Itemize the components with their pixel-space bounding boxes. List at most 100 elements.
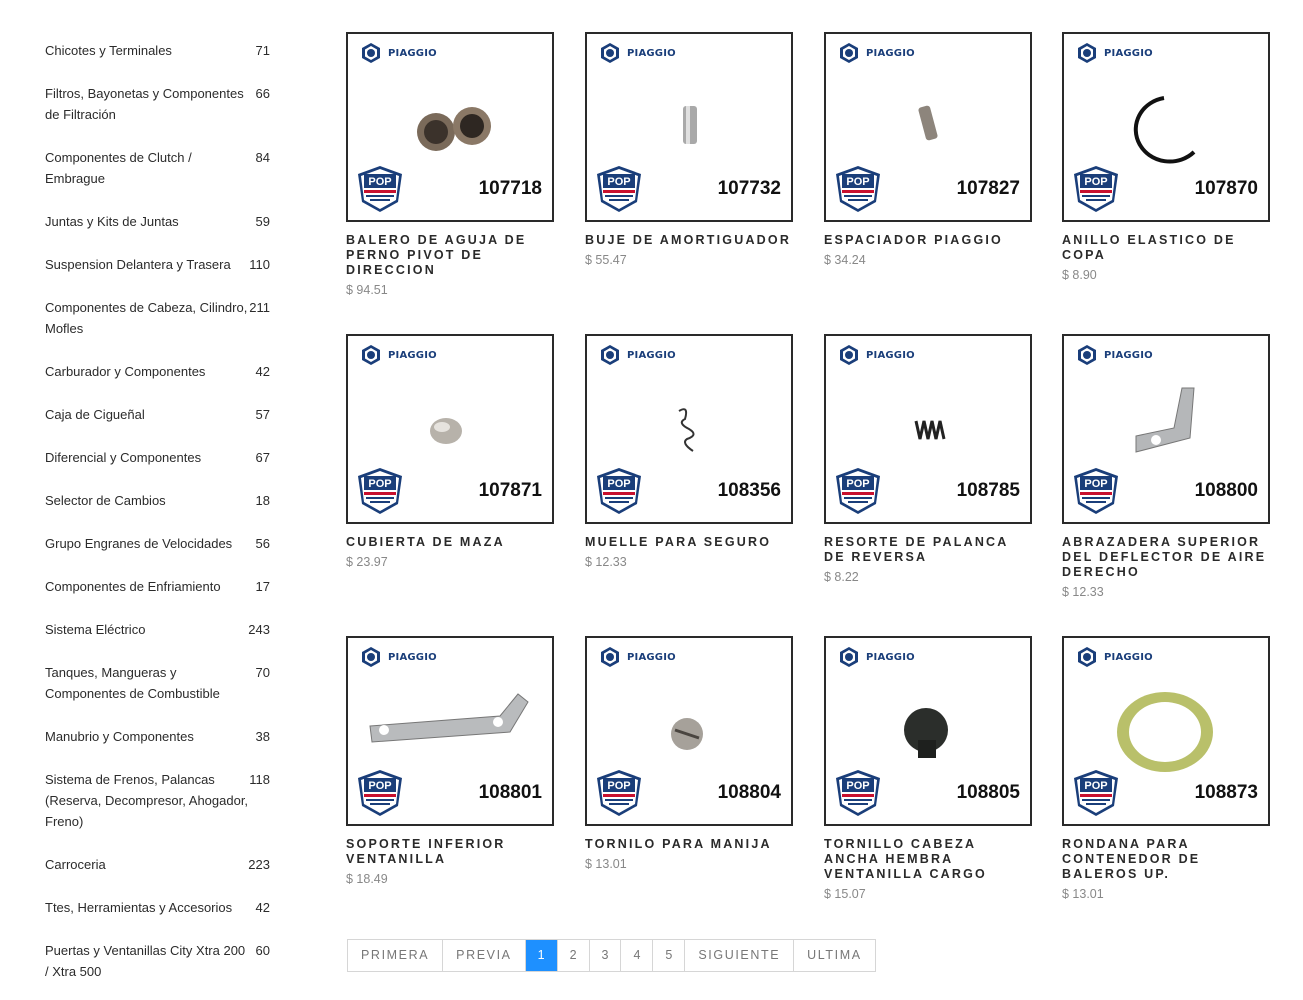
product-code: 107870: [1194, 178, 1258, 199]
product-card[interactable]: PIAGGIO POP 108800 ABRAZADERA SUPERIOR DEL …: [1062, 334, 1270, 599]
next-page-button[interactable]: SIGUIENTE: [685, 940, 795, 971]
product-title[interactable]: ESPACIADOR PIAGGIO: [824, 233, 1032, 248]
product-image[interactable]: PIAGGIO POP 108785: [824, 334, 1032, 524]
category-link[interactable]: Ttes, Herramientas y Accesorios 42: [45, 897, 270, 918]
pop-badge-label: POP: [846, 176, 869, 188]
product-image[interactable]: PIAGGIO POP 108801: [346, 636, 554, 826]
category-link[interactable]: Caja de Cigueñal 57: [45, 404, 270, 425]
product-image[interactable]: PIAGGIO POP 108805: [824, 636, 1032, 826]
pop-badge-icon: POP: [597, 166, 641, 212]
product-title[interactable]: ANILLO ELASTICO DE COPA: [1062, 233, 1270, 263]
product-card[interactable]: PIAGGIO POP 107718 BALERO DE AGUJA DE PERNO…: [346, 32, 554, 297]
category-link[interactable]: Suspension Delantera y Trasera 110: [45, 254, 270, 275]
product-price: $ 13.01: [1062, 887, 1104, 901]
category-name: Sistema Eléctrico: [45, 622, 146, 637]
product-title[interactable]: RESORTE DE PALANCA DE REVERSA: [824, 535, 1032, 565]
pop-badge-icon: POP: [1074, 166, 1118, 212]
category-link[interactable]: Filtros, Bayonetas y Componentes de Filt…: [45, 83, 270, 125]
product-price: $ 12.33: [1062, 585, 1104, 599]
category-count: 17: [255, 579, 270, 594]
category-name: Manubrio y Componentes: [45, 729, 194, 744]
product-title[interactable]: RONDANA PARA CONTENEDOR DE BALEROS UP.: [1062, 837, 1270, 882]
product-card[interactable]: PIAGGIO POP 108785 RESORTE DE PALANCA DE RE…: [824, 334, 1032, 584]
product-title[interactable]: CUBIERTA DE MAZA: [346, 535, 554, 550]
product-card[interactable]: PIAGGIO POP 107870 ANILLO ELASTICO DE COPA $…: [1062, 32, 1270, 282]
category-count: 223: [248, 857, 270, 872]
product-card[interactable]: PIAGGIO POP 107871 CUBIERTA DE MAZA $ 23.97: [346, 334, 554, 569]
page-5-button[interactable]: 5: [653, 940, 686, 971]
product-image[interactable]: PIAGGIO POP 108873: [1062, 636, 1270, 826]
product-title[interactable]: ABRAZADERA SUPERIOR DEL DEFLECTOR DE AIR…: [1062, 535, 1270, 580]
first-page-button[interactable]: PRIMERA: [348, 940, 444, 971]
product-title[interactable]: BUJE DE AMORTIGUADOR: [585, 233, 793, 248]
page-1-button[interactable]: 1: [525, 940, 558, 971]
category-link[interactable]: Sistema Eléctrico 243: [45, 619, 270, 640]
brand-name: PIAGGIO: [388, 651, 437, 663]
pop-badge-icon: POP: [358, 468, 402, 514]
piaggio-brand: PIAGGIO: [599, 646, 676, 668]
category-link[interactable]: Chicotes y Terminales 71: [45, 40, 270, 61]
piaggio-brand: PIAGGIO: [360, 344, 437, 366]
page-3-button[interactable]: 3: [589, 940, 622, 971]
piaggio-brand: PIAGGIO: [838, 42, 915, 64]
category-link[interactable]: Componentes de Clutch / Embrague 84: [45, 147, 270, 189]
product-card[interactable]: PIAGGIO POP 107827 ESPACIADOR PIAGGIO $ 34.2…: [824, 32, 1032, 267]
category-count: 38: [255, 729, 270, 744]
category-count: 59: [255, 214, 270, 229]
last-page-button[interactable]: ULTIMA: [794, 940, 875, 971]
product-card[interactable]: PIAGGIO POP 108805 TORNILLO CABEZA ANCHA HE…: [824, 636, 1032, 901]
category-link[interactable]: Carroceria 223: [45, 854, 270, 875]
category-name: Suspension Delantera y Trasera: [45, 257, 231, 272]
category-count: 110: [249, 257, 270, 272]
category-name: Puertas y Ventanillas City Xtra 200 / Xt…: [45, 943, 246, 979]
pop-badge-label: POP: [607, 780, 630, 792]
page-4-button[interactable]: 4: [621, 940, 654, 971]
category-link[interactable]: Tanques, Mangueras y Componentes de Comb…: [45, 662, 270, 704]
product-title[interactable]: SOPORTE INFERIOR VENTANILLA: [346, 837, 554, 867]
category-name: Componentes de Cabeza, Cilindro, Mofles: [45, 300, 248, 336]
category-link[interactable]: Sistema de Frenos, Palancas (Reserva, De…: [45, 769, 270, 832]
product-image[interactable]: PIAGGIO POP 108356: [585, 334, 793, 524]
category-link[interactable]: Juntas y Kits de Juntas 59: [45, 211, 270, 232]
product-card[interactable]: PIAGGIO POP 108356 MUELLE PARA SEGURO $ 12.3…: [585, 334, 793, 569]
product-title[interactable]: TORNILO PARA MANIJA: [585, 837, 793, 852]
pop-badge-label: POP: [846, 478, 869, 490]
piaggio-brand: PIAGGIO: [838, 646, 915, 668]
product-title[interactable]: MUELLE PARA SEGURO: [585, 535, 793, 550]
previous-page-button[interactable]: PREVIA: [443, 940, 526, 971]
product-card[interactable]: PIAGGIO POP 107732 BUJE DE AMORTIGUADOR $ 55…: [585, 32, 793, 267]
piaggio-logo-icon: [601, 43, 619, 63]
product-code: 107732: [717, 178, 781, 199]
product-card[interactable]: PIAGGIO POP 108804 TORNILO PARA MANIJA $ 13.…: [585, 636, 793, 871]
category-link[interactable]: Puertas y Ventanillas City Xtra 200 / Xt…: [45, 940, 270, 982]
category-link[interactable]: Selector de Cambios 18: [45, 490, 270, 511]
pop-badge-icon: POP: [1074, 770, 1118, 816]
product-image[interactable]: PIAGGIO POP 108804: [585, 636, 793, 826]
category-count: 66: [255, 86, 270, 101]
page-2-button[interactable]: 2: [557, 940, 590, 971]
product-image[interactable]: PIAGGIO POP 107827: [824, 32, 1032, 222]
category-link[interactable]: Diferencial y Componentes 67: [45, 447, 270, 468]
product-card[interactable]: PIAGGIO POP 108873 RONDANA PARA CONTENEDOR …: [1062, 636, 1270, 901]
brand-name: PIAGGIO: [1104, 651, 1153, 663]
product-title[interactable]: BALERO DE AGUJA DE PERNO PIVOT DE DIRECC…: [346, 233, 554, 278]
product-card[interactable]: PIAGGIO POP 108801 SOPORTE INFERIOR VENTANI…: [346, 636, 554, 886]
category-link[interactable]: Componentes de Cabeza, Cilindro, Mofles 2…: [45, 297, 270, 339]
category-link[interactable]: Carburador y Componentes 42: [45, 361, 270, 382]
category-link[interactable]: Componentes de Enfriamiento 17: [45, 576, 270, 597]
brand-name: PIAGGIO: [1104, 349, 1153, 361]
product-image[interactable]: PIAGGIO POP 107871: [346, 334, 554, 524]
category-link[interactable]: Manubrio y Componentes 38: [45, 726, 270, 747]
piaggio-logo-icon: [362, 43, 380, 63]
product-image[interactable]: PIAGGIO POP 108800: [1062, 334, 1270, 524]
pop-badge-label: POP: [368, 478, 391, 490]
product-price: $ 18.49: [346, 872, 388, 886]
product-image[interactable]: PIAGGIO POP 107718: [346, 32, 554, 222]
piaggio-logo-icon: [1078, 345, 1096, 365]
product-image[interactable]: PIAGGIO POP 107870: [1062, 32, 1270, 222]
product-title[interactable]: TORNILLO CABEZA ANCHA HEMBRA VENTANILLA …: [824, 837, 1032, 882]
product-price: $ 8.22: [824, 570, 859, 584]
product-price: $ 34.24: [824, 253, 866, 267]
product-image[interactable]: PIAGGIO POP 107732: [585, 32, 793, 222]
category-link[interactable]: Grupo Engranes de Velocidades 56: [45, 533, 270, 554]
